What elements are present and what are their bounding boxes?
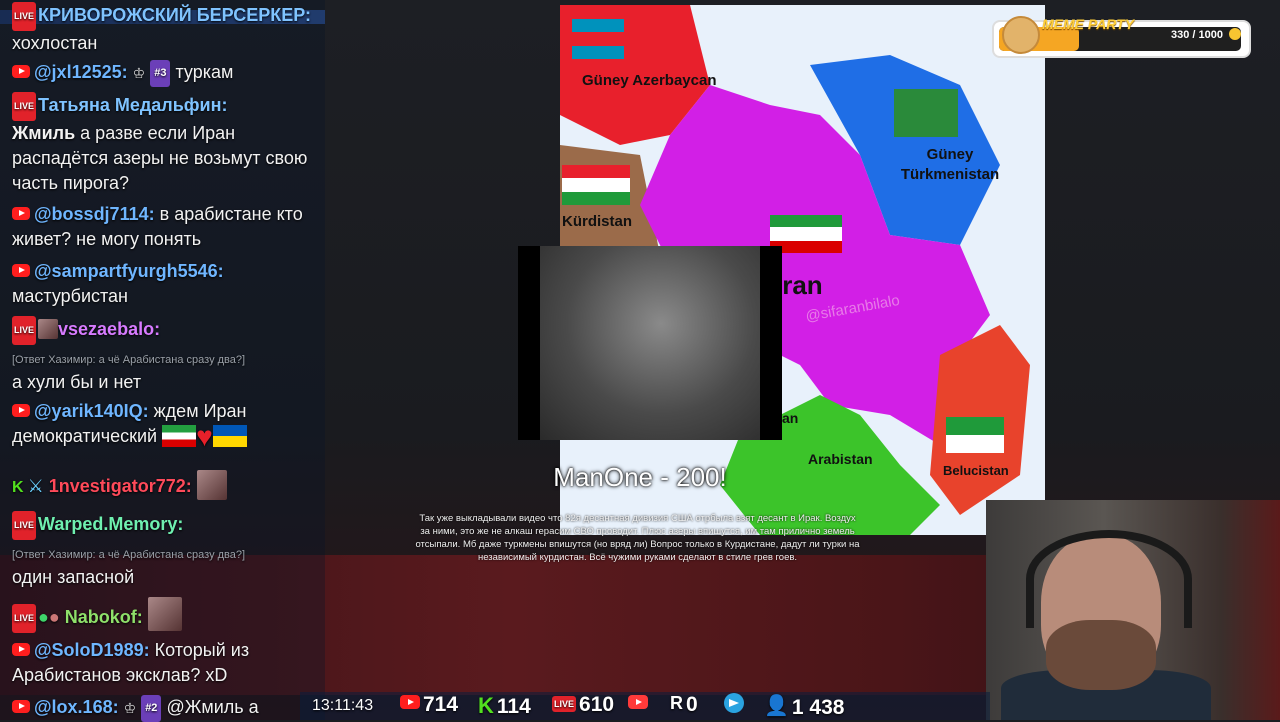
doge-icon <box>1002 16 1040 54</box>
map-label-kurdistan: Kürdistan <box>562 213 633 230</box>
kick-viewer-count: 114 <box>496 695 531 718</box>
chat-message: @bossdj7114: в арабистане кто живет? не … <box>12 202 317 252</box>
kick-icon: K <box>478 693 494 718</box>
chat-text: а хули бы и нет <box>12 372 142 392</box>
donation-title: ManOne - 200! <box>553 462 727 492</box>
map-label-arabistan: Arabistan <box>808 451 873 467</box>
video-overlay <box>518 246 782 440</box>
ukraine-flag-icon <box>212 425 247 447</box>
live-icon: LIVE <box>552 696 577 712</box>
chat-text: мастурбистан <box>12 286 128 306</box>
chat-nick: vsezaebalo: <box>58 319 161 339</box>
chat-nick: @jxl12525: <box>34 62 128 82</box>
live-badge-icon: LIVE <box>12 316 37 345</box>
kick-badge-icon: K <box>12 479 24 496</box>
youtube-icon <box>400 695 420 709</box>
chat-nick: Warped.Memory: <box>38 514 184 534</box>
total-viewers: 👤 1 438 <box>764 693 844 720</box>
reply-quote: [Ответ Хазимир: а чё Арабистана сразу дв… <box>12 354 246 366</box>
coin-icon <box>1229 28 1241 40</box>
youtube-badge-icon <box>12 700 30 713</box>
youtube-badge-icon <box>12 643 30 656</box>
chat-nick: @SoloD1989: <box>34 640 150 660</box>
rutube-icon: R <box>670 693 683 713</box>
iran-flag-icon <box>162 425 197 447</box>
chat-message: LIVE ●● Nabokof: <box>12 597 317 633</box>
chat-nick: Nabokof: <box>64 607 143 627</box>
chat-message: @SoloD1989: Который из Арабистанов экскл… <box>12 638 317 688</box>
chat-mention: Жмиль <box>12 123 76 143</box>
live-viewers: LIVE 610 <box>552 693 614 717</box>
youtube-viewers: 714 <box>400 693 458 717</box>
youtube-badge-icon <box>12 404 30 417</box>
donation-message: Так уже выкладывали видео что 82я десант… <box>415 513 860 563</box>
chat-message: K ⚔ 1nvestigator772: <box>12 470 317 500</box>
youtube-badge-icon <box>12 207 30 220</box>
rank-badge: #2 <box>141 695 162 722</box>
chat-message: LIVE Татьяна Медальфин: Жмиль а разве есл… <box>12 92 317 196</box>
chat-text: туркам <box>175 62 234 82</box>
live-badge-icon: LIVE <box>12 92 37 121</box>
chat-text: хохлостан <box>12 33 98 53</box>
video-frame <box>540 246 760 440</box>
emote-image <box>147 597 182 631</box>
map-label-belucistan: Belucistan <box>943 463 1009 478</box>
chat-message: LIVE vsezaebalo: [Ответ Хазимир: а чё Ара… <box>12 316 317 395</box>
chat-nick: 1nvestigator772: <box>48 476 192 496</box>
globe-icon: ● <box>48 607 60 627</box>
stream-clock: 13:11:43 <box>312 697 374 714</box>
sword-icon: ⚔ <box>27 476 44 496</box>
chat-text: один запасной <box>12 567 135 587</box>
verified-icon: ● <box>38 607 49 627</box>
chat-message: @jxl12525: ♔ #3 туркам <box>12 60 317 87</box>
twitch-viewers <box>628 693 651 717</box>
heart-icon: ♥ <box>196 421 213 452</box>
chat-nick: КРИВОРОЖСКИЙ БЕРСЕРКЕР: <box>38 5 311 25</box>
chat-message: @lox.168: ♔ #2 @Жмиль а <box>12 695 317 722</box>
webcam-beard <box>1046 620 1156 690</box>
telegram-icon <box>724 693 744 713</box>
live-badge-icon: LIVE <box>12 2 37 31</box>
emote-image <box>196 470 227 500</box>
map-label-iran: İran <box>775 270 823 300</box>
total-viewer-count: 1 438 <box>791 696 845 719</box>
avatar <box>38 319 59 339</box>
youtube-badge-icon <box>12 264 30 277</box>
crown-icon: ♔ <box>123 700 137 716</box>
chat-nick: @yarik140IQ: <box>34 401 149 421</box>
youtube-badge-icon <box>12 65 30 78</box>
rutube-viewer-count: 0 <box>686 693 698 716</box>
map-label-turkmenistan: Güney Türkmenistan <box>900 146 1000 183</box>
crown-icon: ♔ <box>132 65 146 81</box>
chat-message: @yarik140IQ: ждем Иран демократический ♥ <box>12 399 317 452</box>
chat-message: @sampartfyurgh5546: мастурбистан <box>12 259 317 309</box>
rutube-viewers: R0 <box>670 693 698 717</box>
reply-quote: [Ответ Хазимир: а чё Арабистана сразу дв… <box>12 549 246 561</box>
meme-party-count: 330 / 1000 <box>1171 29 1223 41</box>
chat-message: LIVE Warped.Memory: [Ответ Хазимир: а чё … <box>12 511 317 590</box>
chat-message: LIVE КРИВОРОЖСКИЙ БЕРСЕРКЕР: хохлостан <box>12 2 317 56</box>
live-viewer-count: 610 <box>579 693 615 716</box>
live-badge-icon: LIVE <box>12 511 37 540</box>
meme-party-widget: MEME PARTY 330 / 1000 <box>992 16 1251 58</box>
chat-nick: Татьяна Медальфин: <box>38 95 228 115</box>
play-icon <box>628 695 648 709</box>
live-badge-icon: LIVE <box>12 604 37 633</box>
webcam-feed <box>986 500 1280 720</box>
chat-nick: @bossdj7114: <box>34 204 155 224</box>
chat-text: @Жмиль а <box>166 697 259 717</box>
kick-viewers: K 114 <box>478 693 531 719</box>
rank-badge: #3 <box>150 60 171 87</box>
chat-nick: @sampartfyurgh5546: <box>34 261 224 281</box>
user-icon: 👤 <box>764 695 789 717</box>
telegram-link <box>724 693 747 717</box>
map-label-partial: an <box>782 410 799 426</box>
map-label-azerbaijan: Güney Azerbaycan <box>582 72 717 89</box>
meme-party-title: MEME PARTY <box>1042 16 1135 32</box>
chat-panel: LIVE КРИВОРОЖСКИЙ БЕРСЕРКЕР: хохлостан @j… <box>0 0 325 722</box>
headphones-icon <box>1026 530 1192 628</box>
chat-nick: @lox.168: <box>34 697 119 717</box>
youtube-viewer-count: 714 <box>423 693 459 716</box>
